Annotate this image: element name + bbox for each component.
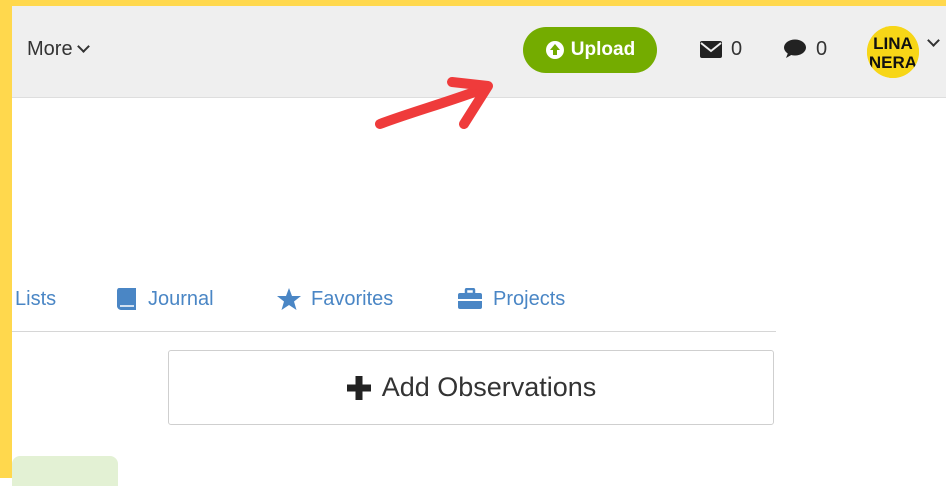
star-icon xyxy=(277,287,301,310)
tab-label: Projects xyxy=(493,287,566,310)
tab-journal[interactable]: Journal xyxy=(116,285,214,313)
speech-bubble-icon xyxy=(784,39,806,58)
svg-text:LINA: LINA xyxy=(873,34,913,53)
tab-label: Favorites xyxy=(311,287,394,310)
book-icon xyxy=(117,288,136,310)
plus-icon xyxy=(346,375,371,400)
tab-favorites[interactable]: Favorites xyxy=(277,285,393,313)
tab-lists[interactable]: Lists xyxy=(15,285,56,313)
svg-text:NERA: NERA xyxy=(869,53,917,72)
tab-label: Journal xyxy=(148,287,214,310)
upload-circle-arrow-icon xyxy=(545,41,564,59)
more-label: More xyxy=(27,37,73,60)
comments-indicator[interactable]: 0 xyxy=(783,36,827,62)
messages-count: 0 xyxy=(731,37,743,60)
yellow-frame-left xyxy=(0,0,12,478)
profile-tabs: Lists Journal Favorites Projects xyxy=(12,275,776,332)
messages-indicator[interactable]: 0 xyxy=(700,36,742,62)
more-menu[interactable]: More xyxy=(27,35,90,63)
add-observations-label: Add Observations xyxy=(381,372,597,402)
avatar[interactable]: LINA NERA xyxy=(867,26,919,78)
comments-count: 0 xyxy=(816,37,828,60)
envelope-icon xyxy=(700,40,722,58)
tab-projects[interactable]: Projects xyxy=(457,285,565,313)
red-pointer-arrow xyxy=(375,77,493,129)
upload-button[interactable]: Upload xyxy=(523,27,657,73)
briefcase-icon xyxy=(458,288,482,309)
upload-label: Upload xyxy=(570,39,636,60)
avatar-logo-image: LINA NERA xyxy=(867,26,919,78)
green-panel-edge xyxy=(12,456,118,486)
tab-label: Lists xyxy=(15,287,57,310)
add-observations-button[interactable]: Add Observations xyxy=(168,350,774,425)
avatar-chevron-down-icon[interactable] xyxy=(927,34,940,47)
chevron-down-icon xyxy=(76,40,90,53)
